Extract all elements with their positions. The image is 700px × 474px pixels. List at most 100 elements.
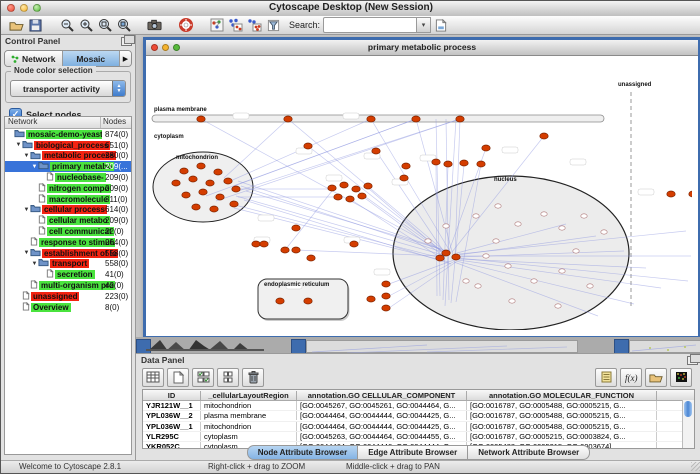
network-tree-row[interactable]: Overview8(0) (5, 302, 131, 313)
graph-node (382, 281, 390, 287)
float-data-panel-icon[interactable] (687, 356, 698, 365)
tree-item-label: response to stimulu (39, 238, 115, 247)
background-window-titlebar[interactable] (629, 340, 700, 353)
tab-network-label: Network (22, 54, 56, 64)
node-color-dropdown[interactable]: transporter activity ▲▼ (10, 80, 126, 97)
tree-expander-icon[interactable]: ▼ (31, 261, 38, 267)
tree-column-network[interactable]: Network (5, 117, 101, 128)
search-dropdown-button[interactable]: ▾ (417, 17, 431, 33)
attribute-row[interactable]: YLR295Ccytoplasm[GO:0045263, GO:0044464,… (143, 432, 694, 442)
delete-attribute-button[interactable] (242, 368, 264, 387)
filter-button[interactable] (264, 18, 283, 33)
new-attribute-button[interactable] (167, 368, 189, 387)
network-window[interactable]: primary metabolic process plasma membran… (143, 37, 700, 339)
graph-node-unselected (559, 269, 565, 273)
layout-network-button[interactable] (226, 18, 245, 33)
save-session-button[interactable] (26, 18, 45, 33)
column-header[interactable]: ID (143, 391, 201, 400)
open-folder-icon (649, 372, 663, 383)
zoom-in-button[interactable] (76, 18, 95, 33)
network-tree-row[interactable]: nucleobase-209(0) (5, 172, 131, 183)
network-tree-row[interactable]: mosaic-demo-yeast874(0) (5, 129, 131, 140)
network-canvas[interactable]: plasma membrane cytoplasm mitochondrion … (146, 56, 692, 330)
attribute-row[interactable]: YPL036W__1mitochondrion[GO:0044464, GO:0… (143, 422, 694, 432)
layout-selected-button[interactable] (245, 18, 264, 33)
network-tree-row[interactable]: response to stimulu264(0) (5, 237, 131, 248)
network-tree-row[interactable]: ▼primary metabo209(... (5, 161, 131, 172)
help-button[interactable] (176, 18, 195, 33)
graph-node (667, 191, 675, 197)
tabs-overflow-button[interactable]: ▶ (120, 51, 131, 66)
network-tree-row[interactable]: ▼transport558(0) (5, 259, 131, 270)
matrix-icon (223, 371, 233, 383)
zoom-fit-button[interactable] (95, 18, 114, 33)
tree-item-node-count: 651(0) (105, 141, 128, 150)
folder-icon (14, 129, 25, 140)
snapshot-button[interactable] (145, 18, 164, 33)
background-window-icon[interactable] (614, 339, 629, 353)
tree-column-nodes[interactable]: Nodes (101, 117, 131, 128)
file-icon (38, 194, 46, 205)
attribute-row[interactable]: YPL036W__2plasma membrane[GO:0044464, GO… (143, 411, 694, 421)
vizmapper-button[interactable] (207, 18, 226, 33)
search-input[interactable] (323, 17, 417, 33)
graph-node (367, 116, 375, 122)
formula-button[interactable]: f(x) (620, 368, 642, 387)
tab-network-attribute-browser[interactable]: Network Attribute Browser (468, 445, 590, 460)
network-tree-row[interactable]: ▼metabolic process280(0) (5, 151, 131, 162)
graph-node (400, 175, 408, 181)
column-header[interactable]: annotation.GO MOLECULAR_FUNCTION (467, 391, 657, 400)
tree-expander-icon[interactable]: ▼ (23, 250, 30, 256)
network-tree-row[interactable]: cellular metabo209(0) (5, 215, 131, 226)
tree-expander-icon[interactable]: ▼ (23, 153, 30, 159)
column-header[interactable]: _cellularLayoutRegion (201, 391, 297, 400)
network-tree-row[interactable]: ▼biological_process651(0) (5, 140, 131, 151)
network-tree-row[interactable]: cell communicat22(0) (5, 226, 131, 237)
background-window-titlebar[interactable] (306, 340, 578, 353)
network-tree-row[interactable]: multi-organism pro42(0) (5, 280, 131, 291)
network-tree-row[interactable]: secretion41(0) (5, 269, 131, 280)
report-button[interactable] (595, 368, 617, 387)
attribute-matrix-button[interactable] (217, 368, 239, 387)
control-panel-title: Control Panel (5, 36, 60, 46)
zoom-selected-region-button[interactable] (114, 18, 133, 33)
background-window-icon[interactable] (291, 339, 306, 353)
tree-expander-icon[interactable]: ▼ (15, 142, 22, 148)
zoom-out-button[interactable] (57, 18, 76, 33)
scrollbar-thumb[interactable] (684, 401, 692, 417)
heatmap-button[interactable] (670, 368, 692, 387)
network-tree-row[interactable]: nitrogen compo209(0) (5, 183, 131, 194)
graph-node (456, 116, 464, 122)
tree-expander-icon[interactable]: ▼ (31, 164, 38, 170)
attribute-row[interactable]: YJR121W__1mitochondrion[GO:0045267, GO:0… (143, 401, 694, 411)
network-tree-row[interactable]: macromolecule311(0) (5, 194, 131, 205)
resize-grip[interactable] (691, 462, 700, 471)
import-attributes-button[interactable] (645, 368, 667, 387)
table-scrollbar[interactable] (682, 400, 694, 448)
column-header[interactable]: annotation.GO CELLULAR_COMPONENT (297, 391, 467, 400)
app-titlebar[interactable]: Cytoscape Desktop (New Session) (1, 1, 700, 17)
tree-item-node-count: 41(0) (105, 270, 124, 279)
tab-network[interactable]: Network (5, 51, 63, 66)
tab-mosaic[interactable]: Mosaic (63, 51, 121, 66)
graph-node (402, 163, 410, 169)
attribute-table-button[interactable] (142, 368, 164, 387)
network-tree-row[interactable]: ▼establishment of lo558(0) (5, 248, 131, 259)
network-tree-row[interactable]: unassigned223(0) (5, 291, 131, 302)
tree-expander-icon[interactable]: ▼ (23, 207, 30, 213)
network-window-titlebar[interactable]: primary metabolic process (146, 40, 698, 56)
advanced-search-button[interactable] (431, 18, 450, 33)
graph-node-unselected (425, 239, 431, 243)
tab-node-attribute-browser[interactable]: Node Attribute Browser (247, 445, 359, 460)
tree-item-label: unassigned (31, 292, 79, 301)
network-window-title: primary metabolic process (146, 42, 698, 52)
float-panel-icon[interactable] (121, 37, 132, 46)
open-file-button[interactable] (7, 18, 26, 33)
graph-node-unselected (495, 204, 501, 208)
network-tree-row[interactable]: ▼cellular process614(0) (5, 205, 131, 216)
network-graph[interactable] (146, 56, 692, 330)
attribute-cell: [GO:0045267, GO:0045261, GO:0044464, G..… (297, 401, 467, 410)
tab-edge-attribute-browser[interactable]: Edge Attribute Browser (358, 445, 468, 460)
select-attributes-button[interactable] (192, 368, 214, 387)
tree-item-node-count: 209(0) (105, 184, 128, 193)
